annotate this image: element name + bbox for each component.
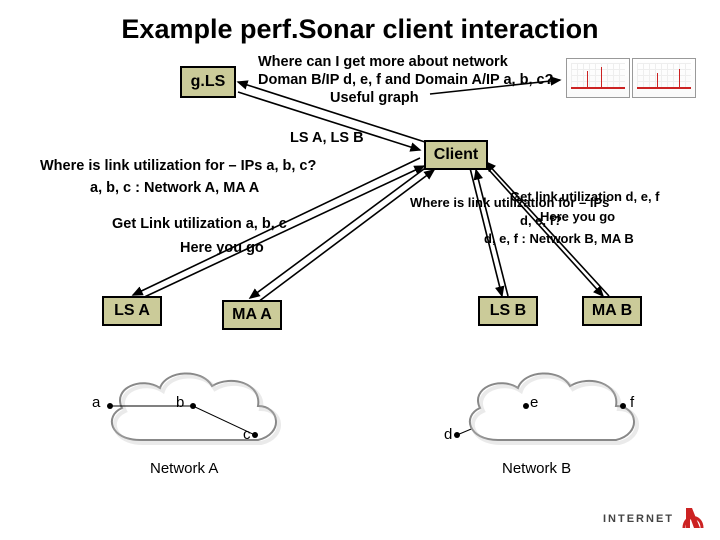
- cloud-network-b: [450, 360, 650, 460]
- node-d-dot: [454, 432, 460, 438]
- useful-graph-label: Useful graph: [330, 90, 419, 107]
- q-maa-line1: Get Link utilization a, b, c: [112, 216, 287, 233]
- q-maa-line2: Here you go: [180, 240, 264, 257]
- box-lsa: LS A: [102, 296, 162, 326]
- node-f-label: f: [630, 394, 634, 411]
- page-title: Example perf.Sonar client interaction: [0, 0, 720, 45]
- q-mab-line1: Get link utilization d, e, f: [510, 190, 660, 204]
- logo-text: INTERNET: [603, 513, 674, 525]
- node-b-label: b: [176, 394, 184, 411]
- q-lsb-line3: d, e, f : Network B, MA B: [484, 232, 634, 246]
- box-mab: MA B: [582, 296, 642, 326]
- box-client: Client: [424, 140, 488, 170]
- logo-mark-icon: [680, 506, 706, 532]
- node-e-label: e: [530, 394, 538, 411]
- node-d-label: d: [444, 426, 452, 443]
- q-lsa-line1: Where is link utilization for – IPs a, b…: [40, 158, 370, 175]
- node-f-dot: [620, 403, 626, 409]
- box-gls: g.LS: [180, 66, 236, 98]
- q-mab-line2: Here you go: [540, 210, 615, 224]
- chart-thumbnail-2: [632, 58, 696, 98]
- cloud-network-a: [92, 360, 292, 460]
- logo-internet2: INTERNET: [603, 506, 706, 532]
- gls-reply-lsab: LS A, LS B: [290, 130, 364, 147]
- box-maa: MA A: [222, 300, 282, 330]
- node-e-dot: [523, 403, 529, 409]
- node-c-label: c: [243, 426, 251, 443]
- box-lsb: LS B: [478, 296, 538, 326]
- cloud-a-label: Network A: [150, 460, 218, 477]
- chart-thumbnail-1: [566, 58, 630, 98]
- node-b-dot: [190, 403, 196, 409]
- cloud-b-label: Network B: [502, 460, 571, 477]
- query-gls-line1: Where can I get more about network: [258, 54, 588, 71]
- node-c-dot: [252, 432, 258, 438]
- node-a-label: a: [92, 394, 100, 411]
- q-lsa-line2: a, b, c : Network A, MA A: [90, 180, 259, 197]
- node-a-dot: [107, 403, 113, 409]
